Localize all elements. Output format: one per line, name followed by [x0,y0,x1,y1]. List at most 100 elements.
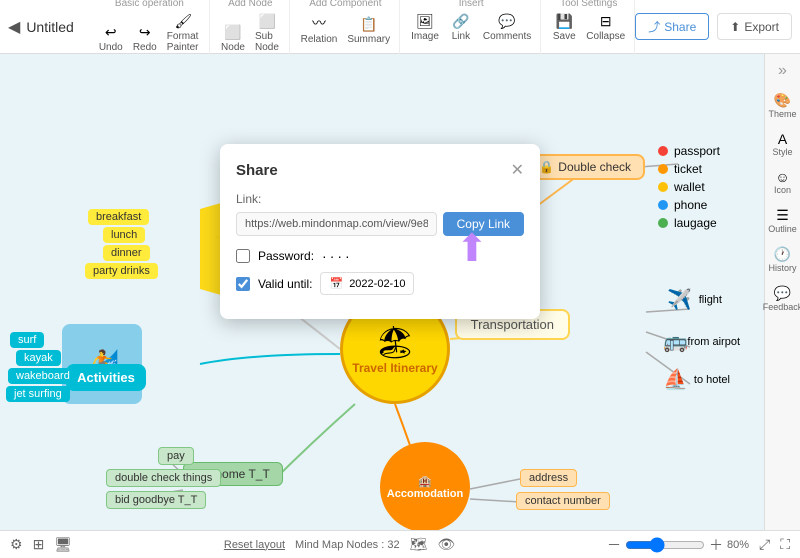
link-button[interactable]: 🔗Link [446,11,476,44]
checklist: passport ticket wallet phone laugage [658,144,720,234]
settings-icon[interactable]: ⚙ [10,536,23,553]
toolbar: ◀ Untitled Basic operation ↩Undo ↪Redo 🖌… [0,0,800,54]
sub-node-button[interactable]: ⬜Sub Node [252,11,283,55]
group-label: Add Component [309,0,381,9]
zoom-out-button[interactable]: － [607,535,621,555]
dinner-node[interactable]: dinner [103,245,150,261]
checklist-passport[interactable]: passport [658,144,720,158]
sidebar-theme[interactable]: 🎨 Theme [766,88,800,123]
summary-button[interactable]: 📋Summary [344,14,393,47]
eye-icon[interactable]: 👁 [437,536,455,553]
back-button[interactable]: ◀ [8,17,20,37]
reset-layout-button[interactable]: Reset layout [224,539,285,551]
sidebar-history[interactable]: 🕐 History [766,242,800,277]
modal-title: Share [236,162,278,179]
bid-goodbye-node[interactable]: bid goodbye T_T [106,491,206,509]
toolbar-right: ⤴ Share ⬆ Export [635,13,792,40]
image-button[interactable]: 🖼Image [408,11,442,44]
surf-node[interactable]: surf [10,332,44,348]
style-icon: A [778,131,787,147]
sidebar-icon[interactable]: ☺ Icon [766,165,800,199]
fullscreen-button[interactable]: ⛶ [780,536,790,553]
format-painter-button[interactable]: 🖌Format Painter [164,11,203,55]
zoom-in-button[interactable]: ＋ [709,535,723,555]
modal-close-button[interactable]: ✕ [511,160,524,180]
dot-icon [658,218,668,228]
calendar-icon: 📅 [329,277,343,290]
date-input[interactable]: 📅 2022-02-10 [320,272,414,295]
checklist-phone[interactable]: phone [658,198,720,212]
document-title[interactable]: Untitled [26,19,73,35]
basic-operation-group: Basic operation ↩Undo ↪Redo 🖌Format Pain… [90,0,210,55]
kayak-node[interactable]: kayak [16,350,61,366]
hotel-icon: 🏨 [418,475,432,488]
double-check-things-node[interactable]: double check things [106,469,221,487]
tool-settings-group: Tool Settings 💾Save ⊟Collapse [543,0,635,55]
share-modal: Share ✕ Link: Copy Link Password: ···· V… [220,144,540,319]
breakfast-node[interactable]: breakfast [88,209,149,225]
save-button[interactable]: 💾Save [549,11,579,44]
sidebar-feedback[interactable]: 💬 Feedback [766,281,800,316]
group-items: 〰Relation 📋Summary [298,11,394,47]
group-items: 🖼Image 🔗Link 💬Comments [408,11,534,44]
comments-button[interactable]: 💬Comments [480,11,534,44]
group-label: Basic operation [115,0,184,9]
pay-node[interactable]: pay [158,447,194,465]
share-button[interactable]: ⤴ Share [635,13,709,40]
mind-map-nodes: Mind Map Nodes : 32 [295,539,400,551]
checklist-wallet[interactable]: wallet [658,180,720,194]
export-button[interactable]: ⬆ Export [717,13,792,40]
toolbar-groups: Basic operation ↩Undo ↪Redo 🖌Format Pain… [90,0,635,55]
valid-until-checkbox[interactable] [236,277,250,291]
to-hotel-label: to hotel [694,374,730,386]
checklist-ticket[interactable]: ticket [658,162,720,176]
right-sidebar: » 🎨 Theme A Style ☺ Icon ☰ Outline 🕐 His… [764,54,800,558]
password-value: ···· [322,248,353,264]
accomodation-node[interactable]: 🏨 Accomodation [380,442,470,532]
info-icon[interactable]: 🖥 [54,536,72,553]
jet-surfing-node[interactable]: jet surfing [6,386,70,402]
zoom-slider[interactable] [625,537,705,553]
password-checkbox[interactable] [236,249,250,263]
boat-icon: ⛵ [663,367,688,392]
node-button[interactable]: ⬜Node [218,22,248,55]
contact-number-node[interactable]: contact number [516,492,610,510]
flight-icon: ✈️ [667,287,692,312]
add-component-group: Add Component 〰Relation 📋Summary [292,0,401,55]
lunch-node[interactable]: lunch [103,227,145,243]
wakeboard-node[interactable]: wakeboard [8,368,78,384]
icon-icon: ☺ [775,169,789,185]
activities-node[interactable]: Activities [66,364,146,391]
outline-icon: ☰ [776,207,789,224]
collapse-button[interactable]: ⊟Collapse [583,11,628,44]
add-node-group: Add Node ⬜Node ⬜Sub Node [212,0,290,55]
map-icon: 🗺 [410,536,428,553]
export-icon: ⬆ [730,20,740,34]
party-drinks-node[interactable]: party drinks [85,263,158,279]
password-label: Password: [258,249,314,263]
collapse-sidebar-button[interactable]: » [778,62,787,80]
redo-button[interactable]: ↪Redo [130,22,160,55]
insert-group: Insert 🖼Image 🔗Link 💬Comments [402,0,541,55]
link-input[interactable] [236,212,437,236]
address-node[interactable]: address [520,469,577,487]
sidebar-outline[interactable]: ☰ Outline [766,203,800,238]
valid-until-label: Valid until: [258,277,312,291]
from-airpot-label: from airpot [687,336,740,348]
sidebar-style[interactable]: A Style [766,127,800,161]
doublecheck-node[interactable]: 🔒 Double check [525,154,645,180]
bus-icon: 🚌 [663,329,688,354]
checklist-laugage[interactable]: laugage [658,216,720,230]
zoom-controls: － ＋ 80% [607,535,749,555]
modal-header: Share ✕ [236,160,524,180]
fit-screen-button[interactable]: ⤢ [759,536,770,553]
fullscreen-icon[interactable]: ⊞ [33,536,45,553]
zoom-level: 80% [727,539,749,551]
undo-button[interactable]: ↩Undo [96,22,126,55]
relation-button[interactable]: 〰Relation [298,11,341,47]
dot-icon [658,146,668,156]
group-label: Tool Settings [560,0,617,9]
dot-icon [658,200,668,210]
arrow-indicator: ⬆ [456,226,488,271]
canvas[interactable]: breakfast lunch dinner party drinks 🏄 Ac… [0,54,800,558]
